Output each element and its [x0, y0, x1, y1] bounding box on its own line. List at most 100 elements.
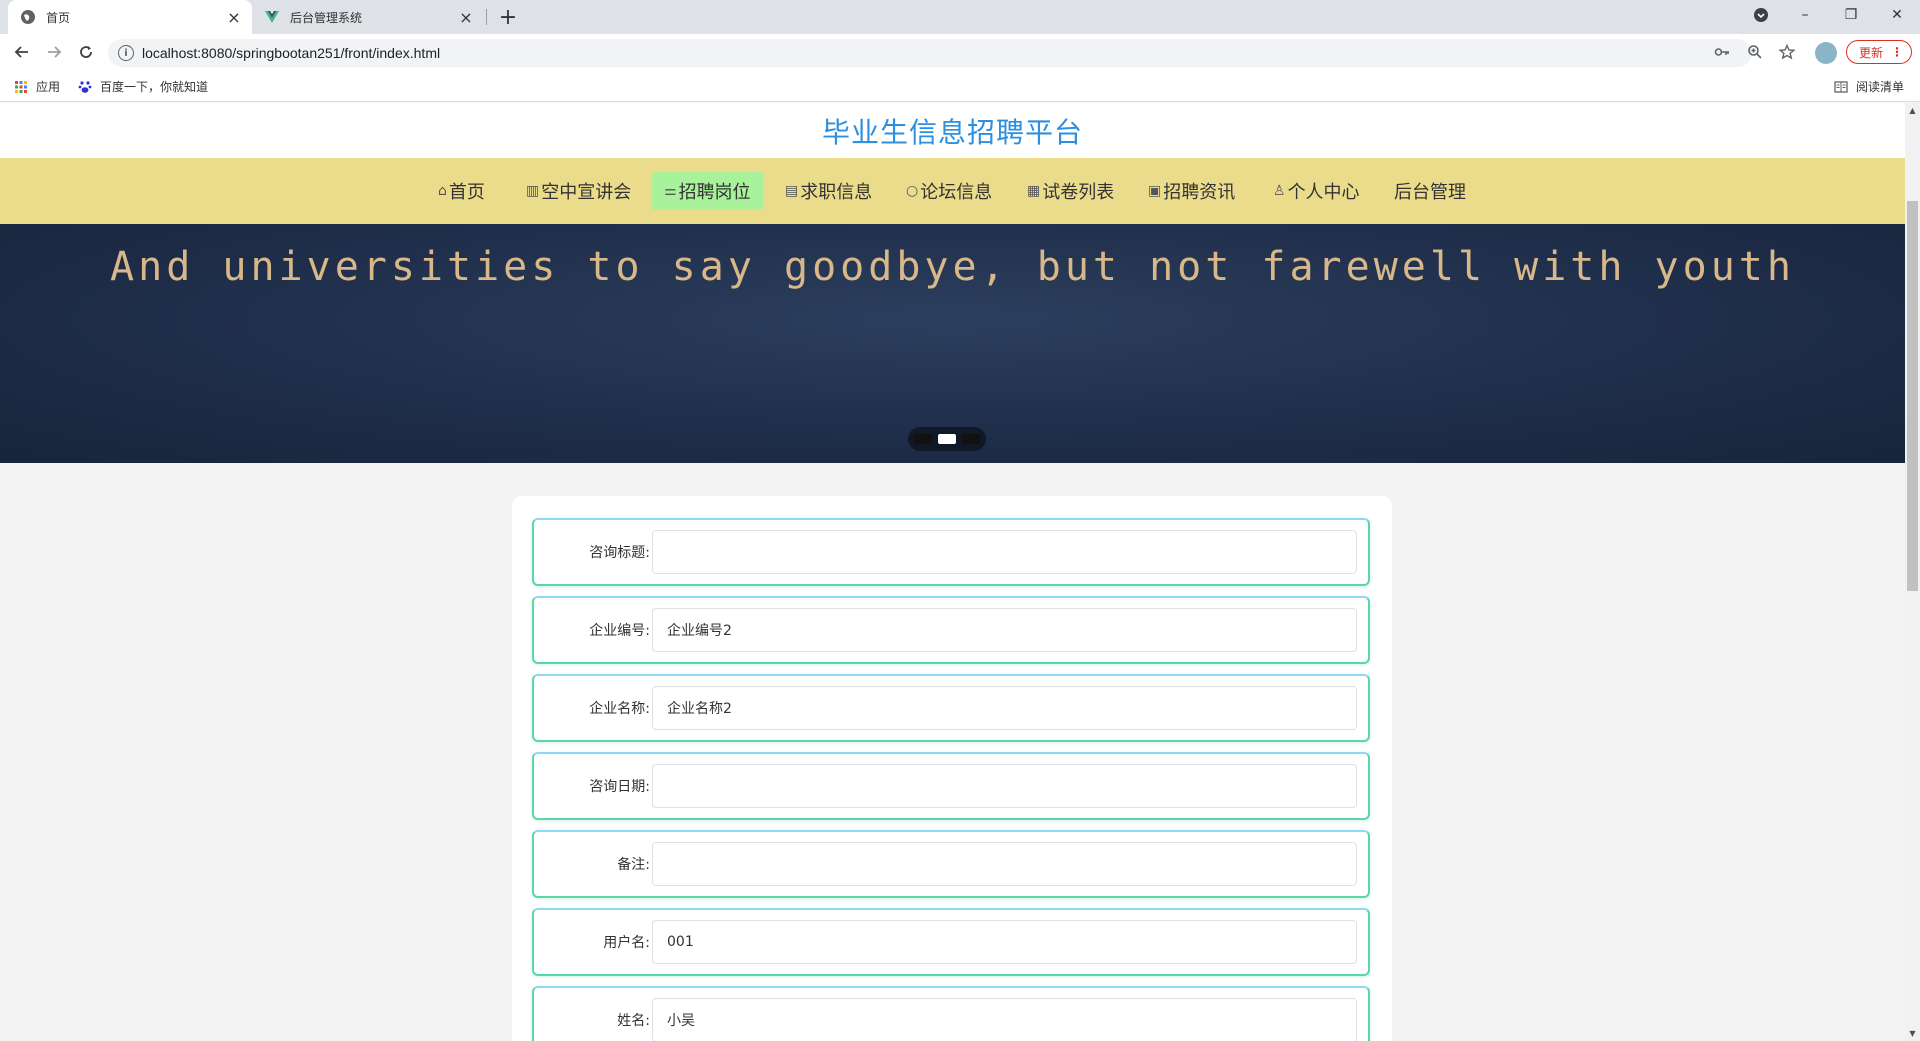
- gift-icon: ▤: [785, 183, 799, 199]
- remark-input[interactable]: [652, 842, 1357, 886]
- bookmarks-bar: 应用 百度一下，你就知道 阅读清单: [0, 70, 1920, 102]
- bookmark-baidu[interactable]: 百度一下，你就知道: [78, 78, 208, 95]
- forward-icon[interactable]: [40, 38, 68, 66]
- tab-home[interactable]: 首页 ×: [8, 0, 252, 34]
- nav-item-forum[interactable]: ○ 论坛信息: [894, 172, 1004, 210]
- globe-icon: [20, 9, 36, 25]
- new-tab-button[interactable]: +: [496, 5, 520, 30]
- close-window-button[interactable]: ✕: [1874, 0, 1920, 30]
- nav-item-home[interactable]: ⌂ 首页: [426, 172, 497, 210]
- field-label: 企业名称:: [589, 701, 650, 717]
- field-label: 咨询标题:: [589, 545, 650, 561]
- nav-item-label: 首页: [448, 182, 485, 203]
- update-label: 更新: [1859, 45, 1884, 60]
- nav-item-label: 空中宣讲会: [541, 182, 632, 203]
- page-viewport: 毕业生信息招聘平台 ⌂ 首页 ▥ 空中宣讲会 ⚌ 招聘岗位 ▤ 求职信息 ○ 论…: [0, 103, 1905, 1041]
- grid-icon: ▦: [1027, 183, 1041, 199]
- home-icon: ⌂: [438, 183, 447, 199]
- form-row-remark: 备注:: [532, 830, 1370, 898]
- vue-logo-icon: [264, 9, 280, 25]
- update-button[interactable]: 更新 ⋮: [1846, 40, 1912, 64]
- page-scrollbar[interactable]: ▲ ▼: [1905, 103, 1920, 1041]
- field-label: 用户名:: [603, 935, 650, 951]
- nav-item-label: 招聘资讯: [1163, 182, 1236, 203]
- field-label: 姓名:: [617, 1013, 650, 1029]
- site-title: 毕业生信息招聘平台: [821, 115, 1083, 149]
- carousel-dot[interactable]: [962, 434, 980, 444]
- nav-item-job-posts[interactable]: ⚌ 招聘岗位: [652, 172, 763, 210]
- tab-admin[interactable]: 后台管理系统 ×: [252, 0, 484, 34]
- baidu-paw-icon: [78, 80, 92, 94]
- site-info-icon[interactable]: i: [118, 45, 134, 61]
- nav-item-admin[interactable]: 后台管理: [1382, 172, 1478, 210]
- nav-item-label: 个人中心: [1287, 182, 1360, 203]
- tab-title: 后台管理系统: [290, 10, 363, 25]
- nav-item-sky-seminar[interactable]: ▥ 空中宣讲会: [514, 172, 643, 210]
- close-tab-icon[interactable]: ×: [224, 7, 244, 27]
- banner-slogan: And universities to say goodbye, but not…: [110, 244, 1795, 290]
- form-row-username: 用户名: 001: [532, 908, 1370, 976]
- tab-title: 首页: [46, 10, 71, 25]
- bookmark-label: 应用: [36, 80, 61, 94]
- address-bar[interactable]: i localhost:8080/springbootan251/front/i…: [108, 39, 1752, 67]
- carousel-dot[interactable]: [914, 434, 932, 444]
- document-icon: ▣: [1148, 183, 1162, 199]
- nav-item-label: 招聘岗位: [678, 182, 751, 203]
- scroll-thumb[interactable]: [1907, 201, 1918, 591]
- carousel-dot-active[interactable]: [938, 434, 956, 444]
- reading-list-icon: [1834, 80, 1848, 94]
- menu-dots-icon: ⋮: [1891, 45, 1903, 59]
- field-label: 企业编号:: [589, 623, 650, 639]
- bookmark-star-icon[interactable]: [1778, 43, 1796, 61]
- reload-icon[interactable]: [72, 38, 100, 66]
- nav-item-profile[interactable]: ♙ 个人中心: [1261, 172, 1372, 210]
- form-row-company-no: 企业编号: 企业编号2: [532, 596, 1370, 664]
- profile-avatar[interactable]: [1815, 42, 1837, 64]
- nav-item-job-seeking[interactable]: ▤ 求职信息: [773, 172, 884, 210]
- minimize-button[interactable]: –: [1782, 0, 1828, 30]
- company-name-input[interactable]: 企业名称2: [652, 686, 1357, 730]
- restore-button[interactable]: ❐: [1828, 0, 1874, 30]
- nav-item-label: 试卷列表: [1042, 182, 1115, 203]
- consult-form: 咨询标题: 企业编号: 企业编号2 企业名称: 企业名称2 咨询日期: 备注: …: [512, 496, 1392, 1041]
- reading-list[interactable]: 阅读清单: [1834, 78, 1904, 95]
- url-text: localhost:8080/springbootan251/front/ind…: [142, 45, 441, 61]
- bookmark-apps[interactable]: 应用: [14, 78, 60, 95]
- key-icon[interactable]: [1713, 43, 1731, 61]
- user-icon: ♙: [1273, 183, 1286, 199]
- nav-item-news[interactable]: ▣ 招聘资讯: [1136, 172, 1247, 210]
- username-input[interactable]: 001: [652, 920, 1357, 964]
- scroll-down-icon[interactable]: ▼: [1908, 1029, 1917, 1038]
- form-row-consult-date: 咨询日期:: [532, 752, 1370, 820]
- browser-toolbar: i localhost:8080/springbootan251/front/i…: [0, 34, 1920, 70]
- zoom-icon[interactable]: [1746, 43, 1764, 61]
- reading-list-label: 阅读清单: [1856, 80, 1905, 94]
- consult-title-input[interactable]: [652, 530, 1357, 574]
- sliders-icon: ⚌: [664, 183, 677, 199]
- scroll-up-icon[interactable]: ▲: [1908, 106, 1917, 115]
- nav-item-label: 后台管理: [1394, 182, 1466, 203]
- nav-item-label: 求职信息: [800, 182, 873, 203]
- form-row-consult-title: 咨询标题:: [532, 518, 1370, 586]
- seminar-icon: ▥: [526, 183, 540, 199]
- form-row-company-name: 企业名称: 企业名称2: [532, 674, 1370, 742]
- company-no-input[interactable]: 企业编号2: [652, 608, 1357, 652]
- name-input[interactable]: 小吴: [652, 998, 1357, 1041]
- apps-grid-icon: [14, 80, 28, 94]
- close-tab-icon[interactable]: ×: [456, 7, 476, 27]
- tab-divider: [486, 9, 487, 25]
- site-header: 毕业生信息招聘平台: [0, 103, 1905, 158]
- form-row-name: 姓名: 小吴: [532, 986, 1370, 1041]
- circle-icon: ○: [906, 183, 919, 199]
- consult-date-input[interactable]: [652, 764, 1357, 808]
- bookmark-label: 百度一下，你就知道: [100, 80, 209, 94]
- main-nav: ⌂ 首页 ▥ 空中宣讲会 ⚌ 招聘岗位 ▤ 求职信息 ○ 论坛信息 ▦ 试卷列表…: [0, 158, 1905, 224]
- field-label: 咨询日期:: [589, 779, 650, 795]
- tab-search-icon[interactable]: [1738, 0, 1784, 30]
- nav-item-label: 论坛信息: [920, 182, 993, 203]
- browser-tab-bar: 首页 × 后台管理系统 × + – ❐ ✕: [0, 0, 1920, 34]
- field-label: 备注:: [617, 857, 650, 873]
- carousel-indicators: [908, 427, 986, 451]
- nav-item-exam-list[interactable]: ▦ 试卷列表: [1015, 172, 1126, 210]
- back-icon[interactable]: [8, 38, 36, 66]
